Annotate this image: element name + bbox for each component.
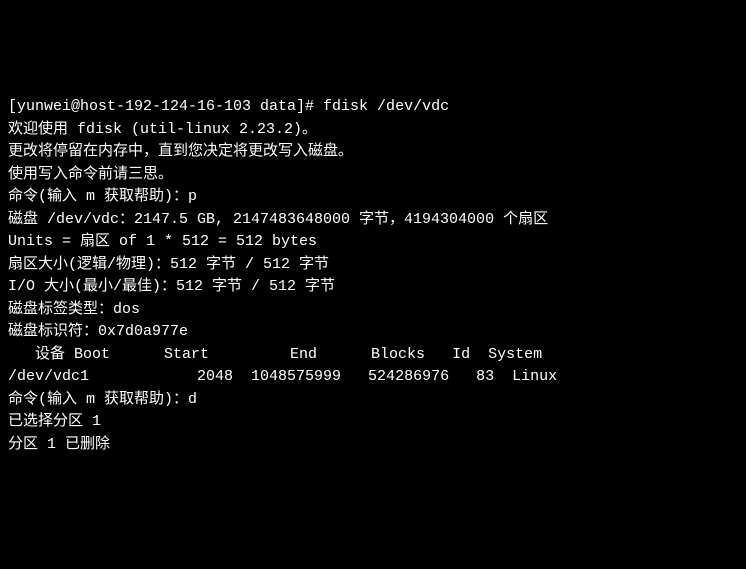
partition-table-header: 设备 Boot Start End Blocks Id System: [8, 344, 738, 367]
disk-id-line: 磁盘标识符：0x7d0a977e: [8, 321, 738, 344]
selected-partition: 已选择分区 1: [8, 411, 738, 434]
fdisk-prompt-p[interactable]: 命令(输入 m 获取帮助)：p: [8, 186, 738, 209]
warn-memory: 更改将停留在内存中，直到您决定将更改写入磁盘。: [8, 141, 738, 164]
deleted-partition: 分区 1 已删除: [8, 434, 738, 457]
fdisk-prompt-d[interactable]: 命令(输入 m 获取帮助)：d: [8, 389, 738, 412]
label-type-line: 磁盘标签类型：dos: [8, 299, 738, 322]
shell-prompt[interactable]: [yunwei@host-192-124-16-103 data]# fdisk…: [8, 96, 738, 119]
partition-table-row: /dev/vdc1 2048 1048575999 524286976 83 L…: [8, 366, 738, 389]
welcome-message: 欢迎使用 fdisk (util-linux 2.23.2)。: [8, 119, 738, 142]
sector-size-line: 扇区大小(逻辑/物理)：512 字节 / 512 字节: [8, 254, 738, 277]
io-size-line: I/O 大小(最小/最佳)：512 字节 / 512 字节: [8, 276, 738, 299]
units-line: Units = 扇区 of 1 * 512 = 512 bytes: [8, 231, 738, 254]
warn-write: 使用写入命令前请三思。: [8, 164, 738, 187]
disk-summary: 磁盘 /dev/vdc：2147.5 GB, 2147483648000 字节，…: [8, 209, 738, 232]
